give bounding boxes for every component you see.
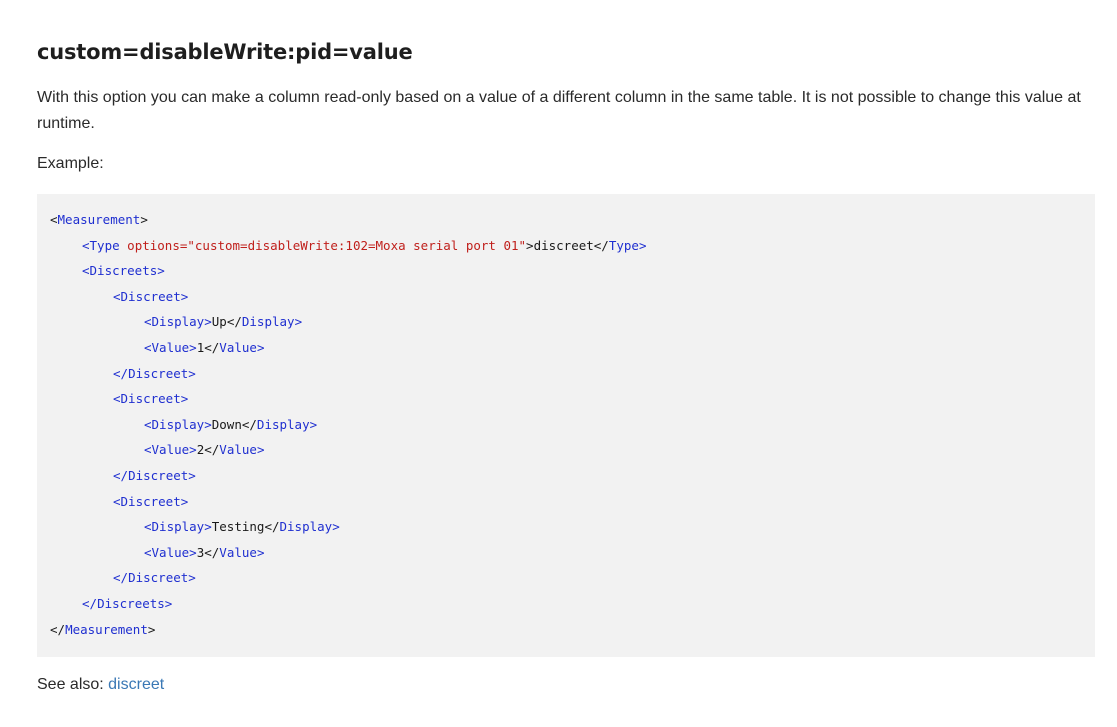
code-line: <Value>1</Value>: [144, 339, 265, 355]
xml-tag: Value: [219, 339, 257, 355]
xml-tag: Display: [279, 519, 333, 535]
xml-text: Testing: [211, 519, 265, 535]
code-line: <Discreets>: [82, 263, 165, 279]
section-heading: custom=disableWrite:pid=value: [37, 40, 413, 64]
xml-tag: Display: [256, 416, 310, 432]
code-line: <Discreet>: [113, 391, 189, 407]
code-line: <Discreet>: [113, 493, 189, 509]
xml-tag: Value: [151, 544, 190, 560]
code-line: <Discreet>: [113, 288, 189, 304]
code-line: </Discreets>: [82, 595, 173, 611]
code-line: </Measurement>: [50, 621, 156, 637]
code-line: <Value>3</Value>: [144, 544, 265, 560]
xml-text: discreet: [533, 237, 594, 253]
xml-tag: Discreet: [120, 493, 181, 509]
xml-tag: Display: [151, 314, 205, 330]
code-line: <Display>Down</Display>: [144, 416, 318, 432]
code-block: <Measurement> <Type options="custom=disa…: [37, 194, 1095, 657]
xml-tag: Display: [241, 314, 295, 330]
xml-tag: Discreets: [97, 595, 165, 611]
code-line: </Discreet>: [113, 570, 196, 586]
xml-text: Up: [211, 314, 227, 330]
code-line: </Discreet>: [113, 467, 196, 483]
cut-off-text: [37, 0, 41, 6]
code-line: <Value>2</Value>: [144, 442, 265, 458]
xml-text: Down: [211, 416, 242, 432]
xml-tag: Value: [219, 442, 257, 458]
xml-tag: Discreet: [128, 570, 189, 586]
xml-tag: Discreets: [89, 263, 158, 279]
code-line: <Type options="custom=disableWrite:102=M…: [82, 237, 647, 253]
xml-tag: Value: [151, 339, 190, 355]
code-line: <Display>Testing</Display>: [144, 519, 340, 535]
xml-tag: Value: [219, 544, 257, 560]
xml-tag: Value: [151, 442, 190, 458]
example-label: Example:: [37, 155, 104, 172]
see-also-label: See also:: [37, 676, 109, 693]
xml-tag: Measurement: [65, 621, 148, 637]
code-line: <Display>Up</Display>: [144, 314, 303, 330]
xml-attribute: options=: [119, 237, 188, 253]
xml-tag: Discreet: [128, 467, 189, 483]
xml-tag: Display: [151, 519, 205, 535]
xml-attribute-value: "custom=disableWrite:102=Moxa serial por…: [187, 237, 527, 253]
code-line: </Discreet>: [113, 365, 196, 381]
xml-tag: Type: [608, 237, 639, 253]
description-paragraph: With this option you can make a column r…: [37, 89, 1081, 132]
xml-tag: Discreet: [120, 391, 181, 407]
xml-tag: Discreet: [128, 365, 189, 381]
xml-tag: Measurement: [57, 212, 141, 227]
xml-tag: Discreet: [120, 288, 181, 304]
see-also: See also: discreet: [37, 673, 164, 697]
code-line: <Measurement>: [50, 212, 148, 227]
see-also-link-discreet[interactable]: discreet: [108, 676, 164, 693]
xml-tag: Display: [151, 416, 205, 432]
xml-tag: Type: [89, 237, 120, 253]
